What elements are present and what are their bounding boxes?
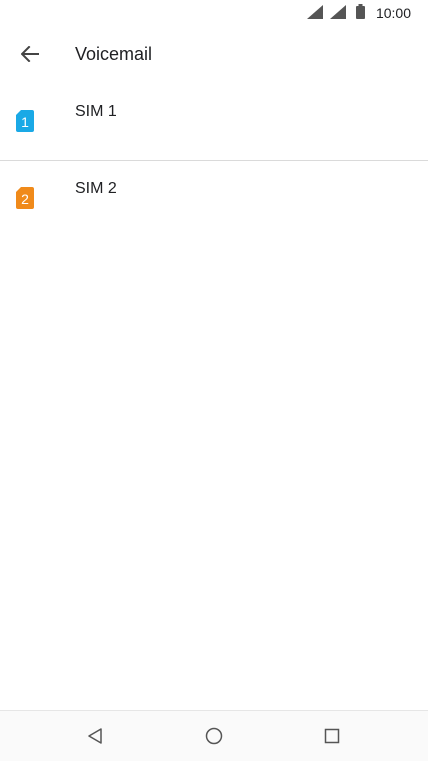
- signal-icon: [330, 5, 346, 19]
- nav-back-button[interactable]: [80, 721, 110, 751]
- nav-home-button[interactable]: [199, 721, 229, 751]
- status-bar: 10:00: [0, 0, 428, 26]
- sim-label: SIM 1: [75, 103, 117, 120]
- navigation-bar: [0, 710, 428, 761]
- nav-back-icon: [88, 728, 102, 744]
- sim-card-icon: 1: [16, 110, 34, 132]
- list-item-sim-1[interactable]: 1 SIM 1: [0, 84, 428, 161]
- sim-label: SIM 2: [75, 180, 117, 197]
- arrow-back-icon: [21, 46, 39, 62]
- status-time: 10:00: [375, 5, 411, 21]
- nav-home-icon: [205, 727, 223, 745]
- nav-recents-button[interactable]: [317, 721, 347, 751]
- app-bar: Voicemail: [0, 26, 428, 82]
- sim-number-label: 1: [21, 114, 29, 130]
- signal-icon: [307, 5, 323, 19]
- sim-card-icon: 2: [16, 187, 34, 209]
- battery-icon: [356, 4, 365, 19]
- sim-number-label: 2: [21, 191, 29, 207]
- nav-recents-icon: [324, 728, 340, 744]
- page-title: Voicemail: [75, 44, 153, 64]
- back-button[interactable]: [8, 32, 52, 76]
- list-item-sim-2[interactable]: 2 SIM 2: [0, 161, 428, 237]
